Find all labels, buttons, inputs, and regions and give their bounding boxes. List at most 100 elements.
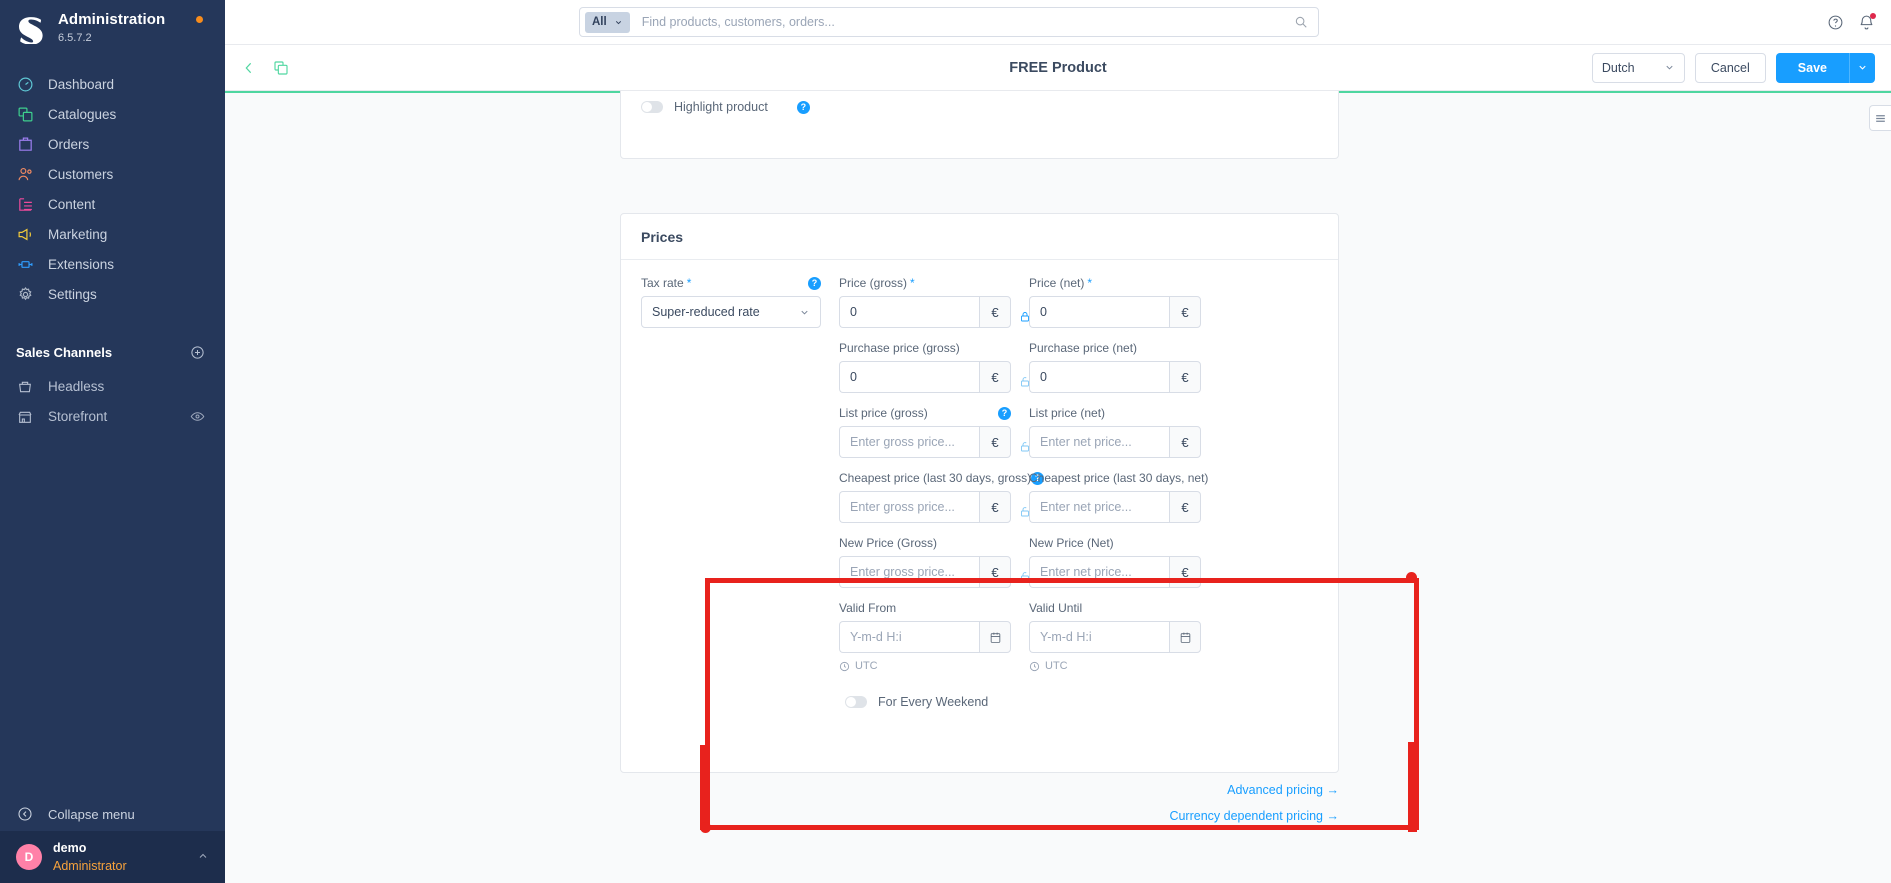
- sidebar-item-dashboard[interactable]: Dashboard: [0, 70, 225, 100]
- list-price-net-input-group: €: [1029, 426, 1201, 458]
- new-price-net-label: New Price (Net): [1029, 536, 1114, 550]
- sidebar-item-content[interactable]: Content: [0, 190, 225, 220]
- price-net-input[interactable]: [1029, 296, 1169, 328]
- valid-until-input[interactable]: [1029, 621, 1169, 653]
- purchase-price-gross-field: Purchase price (gross) €: [839, 341, 1011, 393]
- help-circle-icon[interactable]: [1827, 14, 1844, 31]
- dashboard-icon: [16, 76, 34, 94]
- clock-icon: [839, 661, 850, 671]
- currency-suffix: €: [979, 491, 1011, 523]
- bell-icon[interactable]: [1858, 12, 1876, 31]
- currency-suffix: €: [1169, 491, 1201, 523]
- global-search[interactable]: All: [579, 7, 1319, 37]
- chevron-up-icon[interactable]: [197, 850, 209, 865]
- collapse-menu-label: Collapse menu: [48, 806, 135, 822]
- storefront-icon: [16, 408, 34, 426]
- prices-card: Prices Tax rate * ? Super-reduced rate P…: [620, 213, 1339, 773]
- price-gross-input[interactable]: [839, 296, 979, 328]
- new-price-net-field: New Price (Net) €: [1029, 536, 1201, 588]
- cheapest-price-gross-label: Cheapest price (last 30 days, gross) ?: [839, 471, 1045, 485]
- new-price-net-input[interactable]: [1029, 556, 1169, 588]
- currency-suffix: €: [1169, 556, 1201, 588]
- save-button-group: Save: [1775, 52, 1875, 83]
- sidebar-item-storefront[interactable]: Storefront: [0, 402, 225, 432]
- price-net-label: Price (net) *: [1029, 276, 1201, 290]
- calendar-icon[interactable]: [979, 621, 1011, 653]
- required-marker: *: [1087, 276, 1093, 290]
- sidebar-item-orders[interactable]: Orders: [0, 130, 225, 160]
- advanced-pricing-link[interactable]: Advanced pricing →: [925, 783, 1339, 797]
- sidebar-item-label: Marketing: [48, 227, 108, 243]
- help-dot-icon[interactable]: ?: [796, 100, 810, 114]
- currency-suffix: €: [979, 426, 1011, 458]
- currency-suffix: €: [1169, 361, 1201, 393]
- valid-until-field: Valid Until UTC: [1029, 601, 1201, 672]
- highlight-product-label: Highlight product: [674, 100, 768, 114]
- tax-rate-select[interactable]: Super-reduced rate: [641, 296, 821, 328]
- required-marker: *: [910, 276, 915, 290]
- price-net-label-text: Price (net): [1029, 276, 1085, 290]
- advanced-pricing-label: Advanced pricing: [1227, 783, 1324, 797]
- chevron-left-icon[interactable]: [241, 60, 257, 76]
- new-price-gross-input[interactable]: [839, 556, 979, 588]
- language-switcher[interactable]: Dutch: [1591, 52, 1685, 83]
- list-price-net-label: List price (net): [1029, 406, 1106, 420]
- content-area: Highlight product ? Prices Tax rate* ?: [225, 91, 1891, 883]
- update-status-dot[interactable]: [196, 16, 203, 23]
- plus-circle-icon[interactable]: [190, 345, 205, 360]
- highlight-product-toggle[interactable]: [641, 101, 663, 113]
- help-dot-icon[interactable]: ?: [808, 276, 821, 290]
- sidebar-item-headless[interactable]: Headless: [0, 372, 225, 402]
- sidebar-item-catalogues[interactable]: Catalogues: [0, 100, 225, 130]
- search-input[interactable]: [629, 15, 1294, 29]
- tax-rate-value: Super-reduced rate: [652, 305, 760, 319]
- chevron-down-icon: [1666, 65, 1673, 70]
- list-price-gross-input[interactable]: [839, 426, 979, 458]
- collapse-menu-button[interactable]: Collapse menu: [0, 797, 225, 831]
- list-price-net-input[interactable]: [1029, 426, 1169, 458]
- tax-rate-label: Tax rate * ?: [641, 276, 821, 290]
- duplicate-icon[interactable]: [273, 60, 289, 76]
- search-scope-selector[interactable]: All: [585, 11, 630, 33]
- new-price-net-input-group: €: [1029, 556, 1201, 588]
- purchase-price-net-input[interactable]: [1029, 361, 1169, 393]
- price-gross-label-text: Price (gross): [839, 276, 908, 290]
- valid-from-timezone-label: UTC: [855, 660, 878, 672]
- sidebar-item-label: Catalogues: [48, 107, 117, 123]
- chevron-down-icon: [615, 20, 621, 24]
- purchase-price-gross-input[interactable]: [839, 361, 979, 393]
- sidebar-item-settings[interactable]: Settings: [0, 280, 225, 310]
- sidebar-item-customers[interactable]: Customers: [0, 160, 225, 190]
- calendar-icon[interactable]: [1169, 621, 1201, 653]
- customers-icon: [16, 166, 34, 184]
- currency-suffix: €: [1169, 426, 1201, 458]
- prices-card-body: Tax rate * ? Super-reduced rate Price (g…: [621, 260, 1338, 765]
- list-view-icon[interactable]: [1869, 105, 1891, 131]
- cheapest-price-gross-input[interactable]: [839, 491, 979, 523]
- help-dot-icon[interactable]: ?: [998, 406, 1011, 420]
- valid-from-label: Valid From: [839, 601, 897, 615]
- sidebar-item-marketing[interactable]: Marketing: [0, 220, 225, 250]
- valid-from-input[interactable]: [839, 621, 979, 653]
- save-options-caret-icon[interactable]: [1849, 52, 1875, 83]
- price-net-field: Price (net)* €: [1029, 276, 1201, 328]
- search-icon[interactable]: [1294, 15, 1308, 29]
- cheapest-price-gross-field: Cheapest price (last 30 days, gross) ? €: [839, 471, 1045, 523]
- required-marker: *: [686, 276, 692, 290]
- purchase-price-gross-label: Purchase price (gross): [839, 341, 960, 355]
- user-menu[interactable]: D demo Administrator: [0, 831, 225, 883]
- currency-suffix: €: [1169, 296, 1201, 328]
- currency-dependent-pricing-link[interactable]: Currency dependent pricing →: [925, 809, 1339, 823]
- cheapest-price-net-input[interactable]: [1029, 491, 1169, 523]
- eye-icon[interactable]: [190, 409, 205, 424]
- save-button[interactable]: Save: [1775, 52, 1849, 83]
- sidebar-brand[interactable]: Administration 6.5.7.2: [0, 0, 225, 60]
- cancel-button[interactable]: Cancel: [1694, 52, 1766, 83]
- topbar-actions: [1827, 12, 1891, 31]
- chevron-down-icon: [801, 310, 808, 315]
- tax-rate-field: Tax rate * ? Super-reduced rate: [641, 276, 821, 328]
- sales-channels-list: Headless Storefront: [0, 372, 225, 432]
- sidebar-item-extensions[interactable]: Extensions: [0, 250, 225, 280]
- marketing-icon: [16, 226, 34, 244]
- every-weekend-toggle[interactable]: [845, 696, 867, 708]
